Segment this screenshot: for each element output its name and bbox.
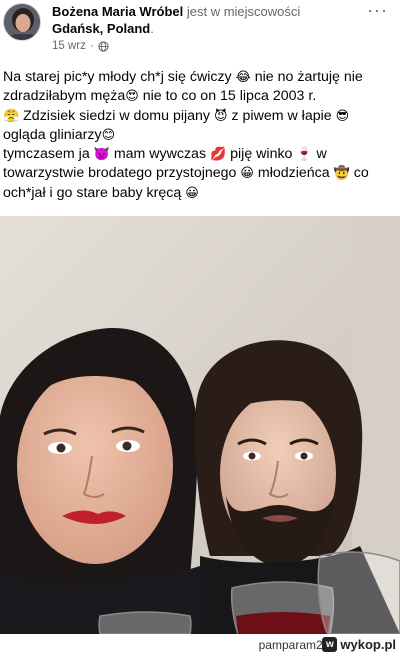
post-header: Bożena Maria Wróbel jest w miejscowości … (0, 0, 400, 62)
uploader-name: pamparam2 (258, 638, 323, 652)
cowboy-emoji-icon: 🤠 (333, 166, 350, 182)
location-prefix: jest w miejscowości (186, 4, 301, 19)
text-fragment: tymczasem ja (3, 146, 90, 163)
globe-icon (98, 40, 109, 52)
author-avatar[interactable] (3, 3, 41, 41)
meta-separator: · (89, 40, 94, 52)
location-suffix: . (150, 21, 154, 36)
post-photo[interactable] (0, 216, 400, 634)
grin-emoji-icon: 😀 (185, 185, 199, 201)
post-paragraph-3: tymczasem ja 👿 mam wywczas 💋 piję winko … (3, 145, 395, 203)
text-fragment: młodzieńca (257, 165, 330, 182)
lips-emoji-icon: 💋 (210, 147, 227, 163)
text-fragment: Na starej pic*y młody ch*j się ćwiczy (3, 69, 232, 85)
smile-emoji-icon: 😊 (101, 127, 116, 143)
steam-face-emoji-icon: 😤 (3, 108, 20, 124)
post-text: Na starej pic*y młody ch*j się ćwiczy 😂 … (3, 68, 395, 203)
grin-emoji-icon: 😀 (240, 166, 254, 182)
wykop-logo-icon: w (322, 637, 338, 652)
location-link[interactable]: Gdańsk, Poland (52, 21, 150, 36)
post-paragraph-2: 😤 Zdzisiek siedzi w domu pijany 😈 z piwe… (3, 107, 395, 146)
post-meta: 15 wrz · (52, 40, 109, 52)
devil-smile-emoji-icon: 😈 (213, 108, 228, 124)
text-fragment: mam wywczas (113, 146, 207, 163)
text-fragment: z piwem w łapie (231, 107, 332, 124)
selfie-photo-illustration (0, 216, 400, 634)
angry-devil-emoji-icon: 👿 (93, 147, 110, 163)
wykop-logo-text: wykop.pl (340, 637, 396, 652)
text-fragment: ogląda gliniarzy (3, 126, 102, 143)
text-fragment: Zdzisiek siedzi w domu pijany (23, 107, 211, 124)
wykop-logo: w wykop.pl (322, 637, 396, 652)
avatar-photo (4, 4, 40, 40)
wine-glass-emoji-icon: 🍷 (296, 147, 313, 163)
text-fragment: nie to co on 15 lipca 2003 r. (142, 88, 317, 105)
heart-eyes-emoji-icon: 😍 (125, 89, 139, 105)
post-paragraph-1: Na starej pic*y młody ch*j się ćwiczy 😂 … (3, 68, 395, 107)
more-options-button[interactable]: ··· (367, 1, 388, 19)
author-line: Bożena Maria Wróbel jest w miejscowości … (52, 3, 352, 37)
text-fragment: piję winko (230, 146, 293, 163)
sunglasses-emoji-icon: 😎 (335, 108, 350, 124)
laughing-emoji-icon: 😂 (235, 70, 251, 85)
watermark-footer: pamparam2 z w wykop.pl (0, 634, 400, 656)
post-time[interactable]: 15 wrz (52, 40, 86, 52)
author-name[interactable]: Bożena Maria Wróbel (52, 4, 183, 19)
uploader-credit: pamparam2 z (259, 638, 332, 652)
